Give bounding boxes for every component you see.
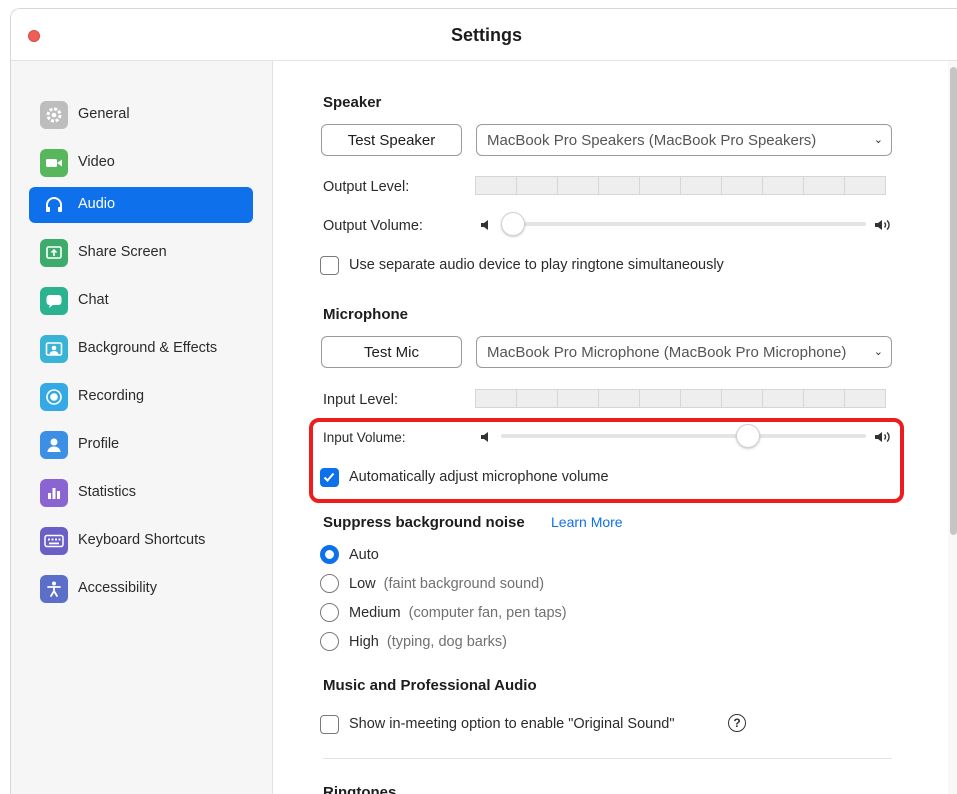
sidebar-item-label: Share Screen xyxy=(78,244,167,260)
sidebar-item-accessibility[interactable]: Accessibility xyxy=(29,571,253,607)
separate-device-checkbox[interactable] xyxy=(320,256,339,275)
ringtones-section-title: Ringtones xyxy=(323,784,397,794)
microphone-section-title: Microphone xyxy=(323,306,408,323)
sidebar-item-chat[interactable]: Chat xyxy=(29,283,253,319)
speaker-section-title: Speaker xyxy=(323,94,382,111)
help-question-icon[interactable]: ? xyxy=(728,714,746,732)
sidebar-item-label: General xyxy=(78,106,130,122)
output-volume-thumb[interactable] xyxy=(501,212,525,236)
chevron-down-icon: ⌄ xyxy=(873,134,883,146)
accessibility-icon xyxy=(40,575,68,603)
headphones-icon xyxy=(40,191,68,219)
sidebar-item-label: Recording xyxy=(78,388,145,404)
sidebar-item-label: Keyboard Shortcuts xyxy=(78,532,206,548)
noise-option-high-label: High (typing, dog barks) xyxy=(349,634,507,650)
sidebar-item-video[interactable]: Video xyxy=(29,145,253,181)
speaker-device-select[interactable]: MacBook Pro Speakers (MacBook Pro Speake… xyxy=(476,124,892,156)
noise-section-title: Suppress background noise xyxy=(323,514,525,531)
microphone-device-value: MacBook Pro Microphone (MacBook Pro Micr… xyxy=(487,343,847,361)
noise-option-medium-radio[interactable] xyxy=(320,603,339,622)
sidebar-item-label: Audio xyxy=(78,196,116,212)
gear-icon xyxy=(40,101,68,129)
sidebar-item-profile[interactable]: Profile xyxy=(29,427,253,463)
noise-option-medium-label: Medium (computer fan, pen taps) xyxy=(349,605,567,621)
sidebar-item-keyboard-shortcuts[interactable]: Keyboard Shortcuts xyxy=(29,523,253,559)
sidebar-item-share-screen[interactable]: Share Screen xyxy=(29,235,253,271)
speaker-low-icon xyxy=(481,220,488,230)
speaker-device-value: MacBook Pro Speakers (MacBook Pro Speake… xyxy=(487,131,817,149)
original-sound-label: Show in-meeting option to enable "Origin… xyxy=(349,716,675,732)
noise-option-low-label: Low (faint background sound) xyxy=(349,576,545,592)
settings-sidebar: General Video Audio Share Screen Chat Ba… xyxy=(11,61,273,794)
test-speaker-button[interactable]: Test Speaker xyxy=(321,124,462,156)
sidebar-item-background-effects[interactable]: Background & Effects xyxy=(29,331,253,367)
speaker-high-icon xyxy=(875,219,890,231)
profile-icon xyxy=(40,431,68,459)
scrollbar-thumb[interactable] xyxy=(950,67,957,535)
sidebar-item-label: Accessibility xyxy=(78,580,157,596)
highlight-annotation xyxy=(309,418,904,503)
window-title: Settings xyxy=(450,25,522,45)
test-mic-button[interactable]: Test Mic xyxy=(321,336,462,368)
separate-device-label: Use separate audio device to play ringto… xyxy=(349,257,724,273)
chat-bubble-icon xyxy=(40,287,68,315)
microphone-device-select[interactable]: MacBook Pro Microphone (MacBook Pro Micr… xyxy=(476,336,892,368)
sidebar-item-recording[interactable]: Recording xyxy=(29,379,253,415)
noise-option-low-radio[interactable] xyxy=(320,574,339,593)
output-volume-slider[interactable] xyxy=(501,212,866,236)
section-divider xyxy=(323,758,892,759)
keyboard-icon xyxy=(40,527,68,555)
sidebar-item-label: Video xyxy=(78,154,115,170)
output-volume-label: Output Volume: xyxy=(323,218,423,234)
sidebar-item-audio[interactable]: Audio xyxy=(29,187,253,223)
noise-option-high-radio[interactable] xyxy=(320,632,339,651)
input-level-label: Input Level: xyxy=(323,392,398,408)
input-level-meter xyxy=(475,389,886,408)
noise-option-auto-label: Auto xyxy=(349,547,379,563)
share-screen-icon xyxy=(40,239,68,267)
record-icon xyxy=(40,383,68,411)
output-level-label: Output Level: xyxy=(323,179,410,195)
sidebar-item-label: Chat xyxy=(78,292,109,308)
noise-option-auto-radio[interactable] xyxy=(320,545,339,564)
output-level-meter xyxy=(475,176,886,195)
chevron-down-icon: ⌄ xyxy=(873,346,883,358)
sidebar-item-general[interactable]: General xyxy=(29,97,253,133)
original-sound-checkbox[interactable] xyxy=(320,715,339,734)
background-icon xyxy=(40,335,68,363)
scrollbar[interactable] xyxy=(948,61,957,794)
statistics-icon xyxy=(40,479,68,507)
sidebar-item-label: Statistics xyxy=(78,484,137,500)
sidebar-item-label: Background & Effects xyxy=(78,340,218,356)
video-camera-icon xyxy=(40,149,68,177)
sidebar-item-label: Profile xyxy=(78,436,120,452)
learn-more-link[interactable]: Learn More xyxy=(551,514,623,530)
title-bar: Settings xyxy=(11,9,957,61)
sidebar-item-statistics[interactable]: Statistics xyxy=(29,475,253,511)
music-section-title: Music and Professional Audio xyxy=(323,677,537,694)
